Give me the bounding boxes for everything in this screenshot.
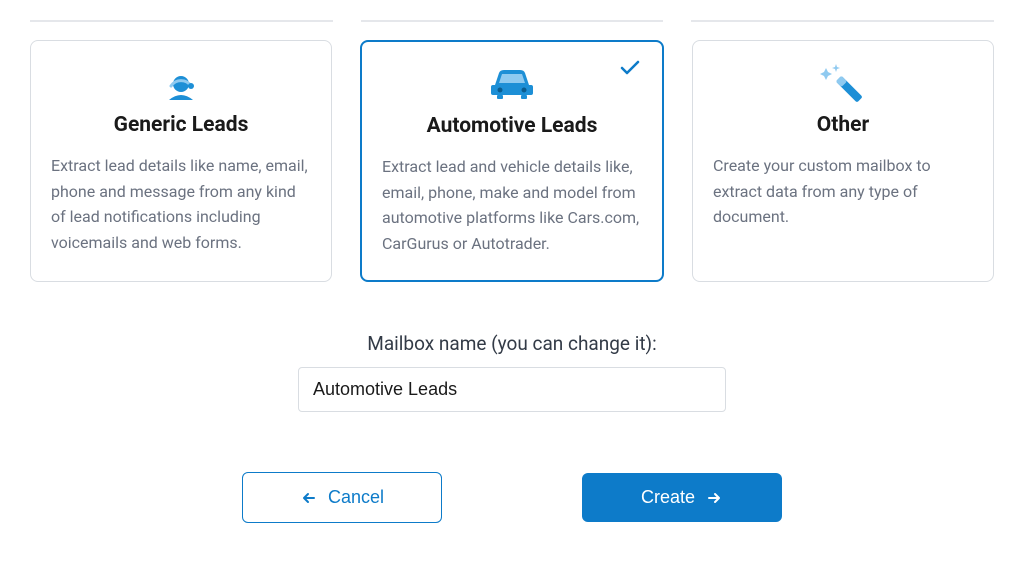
card-title: Other [713,113,973,137]
create-button-label: Create [641,487,695,508]
check-icon [618,56,642,84]
divider [361,20,664,22]
divider [691,20,994,22]
card-other[interactable]: Other Create your custom mailbox to extr… [692,40,994,282]
magic-wand-icon [713,61,973,103]
mailbox-name-input[interactable] [298,367,726,412]
cancel-button[interactable]: Cancel [242,472,442,523]
card-title: Generic Leads [51,113,311,137]
card-description: Extract lead details like name, email, p… [51,153,311,255]
arrow-left-icon [300,489,318,507]
card-title: Automotive Leads [382,114,642,138]
mailbox-name-label: Mailbox name (you can change it): [367,332,657,355]
mailbox-name-form: Mailbox name (you can change it): [30,332,994,412]
cancel-button-label: Cancel [328,487,384,508]
headset-person-icon [51,61,311,103]
create-button[interactable]: Create [582,473,782,522]
car-icon [382,62,642,104]
divider [30,20,333,22]
card-description: Create your custom mailbox to extract da… [713,153,973,230]
card-automotive-leads[interactable]: Automotive Leads Extract lead and vehicl… [360,40,664,282]
mailbox-type-cards: Generic Leads Extract lead details like … [30,40,994,282]
top-divider-row [30,20,994,22]
card-generic-leads[interactable]: Generic Leads Extract lead details like … [30,40,332,282]
card-description: Extract lead and vehicle details like, e… [382,154,642,256]
action-buttons: Cancel Create [30,472,994,523]
arrow-right-icon [705,489,723,507]
